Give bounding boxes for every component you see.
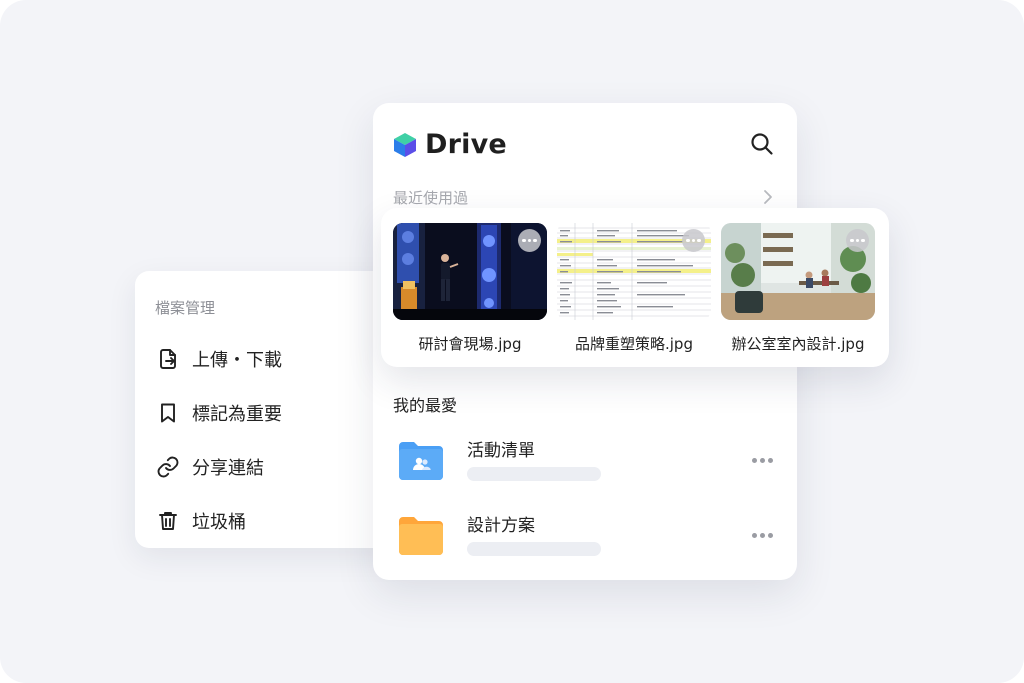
favorites-section-label: 我的最愛: [393, 396, 458, 415]
search-icon[interactable]: [749, 131, 775, 157]
app-title: Drive: [425, 129, 507, 160]
more-options-icon[interactable]: [747, 450, 777, 470]
menu-item-mark-important[interactable]: 標記為重要: [155, 398, 282, 428]
bookmark-icon: [155, 400, 181, 426]
menu-item-label: 分享連結: [192, 458, 264, 479]
file-name: 研討會現場.jpg: [418, 335, 522, 353]
menu-item-share-link[interactable]: 分享連結: [155, 452, 264, 482]
folder-icon: [399, 517, 443, 555]
recent-files-strip: 研討會現場.jpg 品牌重塑策略.jpg 辦公室室內設計.jpg: [381, 208, 889, 367]
file-thumbnail: [393, 223, 547, 320]
recent-file-card[interactable]: 研討會現場.jpg: [393, 223, 547, 354]
drive-header: Drive: [393, 129, 507, 160]
link-icon: [155, 454, 181, 480]
recent-file-card[interactable]: 辦公室室內設計.jpg: [721, 223, 875, 354]
file-name: 辦公室室內設計.jpg: [731, 335, 865, 353]
more-options-icon[interactable]: [846, 229, 869, 252]
menu-item-upload-download[interactable]: 上傳・下載: [155, 344, 282, 374]
menu-item-label: 上傳・下載: [192, 350, 282, 371]
chevron-right-icon[interactable]: [761, 189, 775, 205]
more-options-icon[interactable]: [747, 525, 777, 545]
recent-section-label: 最近使用過: [393, 189, 469, 207]
favorite-folder-row[interactable]: 活動清單: [393, 436, 777, 496]
more-options-icon[interactable]: [682, 229, 705, 252]
menu-item-label: 垃圾桶: [192, 512, 246, 533]
folder-name: 設計方案: [467, 516, 535, 536]
file-thumbnail: [721, 223, 875, 320]
file-transfer-icon: [155, 346, 181, 372]
drive-logo-icon: [394, 132, 416, 157]
favorite-folder-row[interactable]: 設計方案: [393, 511, 777, 571]
recent-file-card[interactable]: 品牌重塑策略.jpg: [557, 223, 711, 354]
folder-meta-placeholder: [467, 467, 601, 481]
menu-item-trash[interactable]: 垃圾桶: [155, 506, 246, 536]
more-options-icon[interactable]: [518, 229, 541, 252]
file-name: 品牌重塑策略.jpg: [575, 335, 693, 353]
folder-meta-placeholder: [467, 542, 601, 556]
folder-name: 活動清單: [467, 441, 535, 461]
menu-item-label: 標記為重要: [192, 404, 282, 425]
menu-title: 檔案管理: [155, 299, 216, 317]
trash-icon: [155, 508, 181, 534]
shared-folder-icon: [399, 442, 443, 480]
file-thumbnail: [557, 223, 711, 320]
